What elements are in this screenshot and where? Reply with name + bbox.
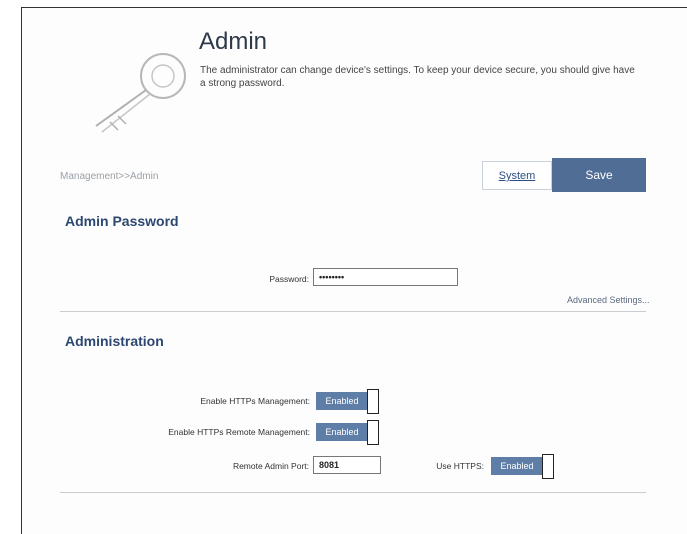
save-button[interactable]: Save	[552, 158, 646, 192]
page-title: Admin	[199, 28, 268, 55]
https-remote-management-toggle[interactable]: Enabled	[316, 420, 379, 445]
remote-admin-port-field[interactable]: 8081	[313, 456, 381, 474]
key-icon	[95, 53, 186, 133]
https-remote-management-label: Enable HTTPs Remote Management:	[168, 427, 310, 437]
use-https-toggle-label: Enabled	[491, 457, 543, 475]
https-management-label: Enable HTTPs Management:	[200, 396, 310, 406]
section-divider	[60, 492, 646, 493]
remote-admin-port-label: Remote Admin Port:	[232, 461, 309, 471]
https-remote-management-toggle-label: Enabled	[316, 423, 368, 441]
admin-password-title: Admin Password	[65, 213, 179, 229]
toggle-knob	[367, 420, 379, 445]
password-label: Password:	[269, 274, 309, 284]
https-management-toggle[interactable]: Enabled	[316, 389, 379, 414]
use-https-label: Use HTTPS:	[436, 461, 484, 471]
advanced-settings-link[interactable]: Advanced Settings...	[567, 295, 650, 305]
toggle-knob	[367, 389, 379, 414]
toggle-knob	[542, 454, 554, 479]
administration-title: Administration	[65, 333, 164, 349]
breadcrumb: Management>>Admin	[60, 171, 159, 182]
section-divider	[60, 311, 646, 312]
system-button[interactable]: System	[482, 161, 552, 190]
page-description: The administrator can change device's se…	[200, 65, 635, 89]
https-management-toggle-label: Enabled	[316, 392, 368, 410]
password-field[interactable]: ••••••••	[313, 268, 458, 286]
use-https-toggle[interactable]: Enabled	[491, 454, 554, 479]
